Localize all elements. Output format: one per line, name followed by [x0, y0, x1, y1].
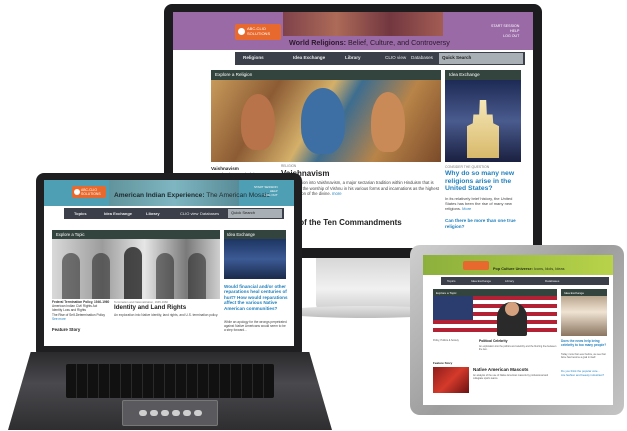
site-title: World Religions: Belief, Culture, and Co… [289, 38, 450, 47]
clio-view-link[interactable]: CLIO view [180, 211, 198, 216]
header-banner-image [283, 12, 443, 36]
site-header [423, 255, 613, 275]
site-title: Pop Culture Universe: Icons, Idols, Idea… [493, 267, 565, 271]
feature-story-image[interactable] [433, 367, 469, 393]
abc-clio-logo[interactable]: ABC-CLIO SOLUTIONS [72, 186, 106, 198]
idea-question-title[interactable]: Why do so many new religions arise in th… [445, 170, 525, 193]
idea-question-body: Today, more than ever before, we see tha… [561, 353, 606, 360]
idea-question-2[interactable]: Can there be more than one true religion… [445, 218, 523, 229]
quick-search-input[interactable]: Quick Search [228, 209, 282, 218]
idea-link[interactable]: Are fashion and beauty industries? [561, 373, 609, 377]
idea-exchange-header: Idea Exchange [561, 289, 607, 296]
main-more-link[interactable]: more [332, 191, 342, 196]
nav-idea-exchange[interactable]: Idea Exchange [471, 279, 491, 283]
utility-links: START SESSION HELP LOG OUT [491, 24, 519, 39]
quick-search-input[interactable]: Quick Search [439, 53, 523, 64]
databases-dropdown[interactable]: Databases [545, 279, 559, 283]
nav-library[interactable]: Library [146, 211, 160, 216]
idea-links: Do you think the popular vote... Are fas… [561, 369, 609, 377]
laptop-keyboard [66, 364, 274, 398]
idea-question-body: While an apology for the wrongs perpetra… [224, 320, 287, 333]
utility-links: START SESSION HELP LOG OUT [254, 185, 278, 197]
explore-religion-header: Explore a Religion [211, 70, 441, 80]
monitor-stand [316, 258, 412, 310]
idea-exchange-image[interactable] [561, 296, 607, 336]
tablet-screen: Pop Culture Universe: Icons, Idols, Idea… [423, 255, 613, 405]
feature-story-title[interactable]: Native American Mascots [473, 367, 529, 372]
main-nav: Topics Idea Exchange Library CLIO view D… [64, 208, 284, 219]
laptop-screen: ABC-CLIO SOLUTIONS American Indian Exper… [44, 180, 294, 346]
feature-story-body: An analysis of the use of Native America… [473, 374, 549, 381]
explore-topic-header: Explore a Topic [52, 230, 220, 239]
topic-sidebar[interactable]: Policy, Politics & Society [433, 339, 477, 342]
topic-sidebar: Federal Termination Policy, 1940-1960 Am… [52, 300, 112, 321]
temple-image[interactable] [445, 80, 521, 162]
nav-library[interactable]: Library [345, 55, 361, 60]
nav-idea-exchange[interactable]: Idea Exchange [293, 55, 325, 60]
site-title: American Indian Experience: The American… [114, 192, 270, 199]
databases-dropdown[interactable]: Databases [200, 211, 219, 216]
main-nav: Religions Idea Exchange Library CLIO vie… [235, 52, 525, 65]
main-article-title[interactable]: Political Celebrity [479, 339, 507, 343]
idea-question-body: In its relatively brief history, the Uni… [445, 196, 513, 211]
abc-clio-logo[interactable] [463, 261, 489, 270]
laptop-media-buttons [130, 410, 210, 418]
hero-image-flag[interactable] [433, 296, 557, 336]
main-article-title[interactable]: Identity and Land Rights [114, 304, 186, 311]
nav-topics[interactable]: Topics [447, 279, 456, 283]
feature-story-label: Feature Story [433, 361, 453, 365]
see-more-link[interactable]: See more [52, 317, 112, 321]
feature-story-label: Feature Story [52, 327, 81, 332]
clio-view-link[interactable]: CLIO view [385, 55, 406, 60]
nav-idea-exchange[interactable]: Idea Exchange [104, 211, 132, 216]
nav-religions[interactable]: Religions [243, 55, 264, 60]
explore-topic-header: Explore a Topic [433, 289, 557, 296]
idea-question-title[interactable]: Does the news help bring celebrity to to… [561, 339, 609, 347]
idea-kicker: CONSIDER THE QUESTION [445, 165, 490, 169]
idea-exchange-image[interactable] [224, 239, 286, 279]
log-out-link[interactable]: LOG OUT [254, 193, 278, 197]
nav-library[interactable]: Library [505, 279, 514, 283]
main-article-body: An exploration into the politics and cel… [479, 345, 557, 352]
hero-image-painting[interactable] [211, 80, 441, 162]
idea-question-title[interactable]: Would financial and/or other reparations… [224, 284, 288, 311]
main-article-body: An exploration into Vaishnavism, a major… [281, 180, 439, 196]
abc-clio-logo[interactable]: ABC-CLIO SOLUTIONS [235, 24, 281, 40]
idea-more-link[interactable]: More [462, 206, 471, 211]
main-kicker: RELIGION [281, 164, 297, 168]
hero-image-photo[interactable] [52, 239, 220, 299]
idea-exchange-header: Idea Exchange [224, 230, 286, 239]
main-article-body: An exploration into Native identity, lan… [114, 313, 219, 317]
nav-topics[interactable]: Topics [74, 211, 87, 216]
log-out-link[interactable]: LOG OUT [491, 34, 519, 39]
databases-dropdown[interactable]: Databases [411, 55, 433, 60]
main-nav: Topics Idea Exchange Library Databases [441, 277, 609, 285]
idea-exchange-header: Idea Exchange [445, 70, 521, 80]
